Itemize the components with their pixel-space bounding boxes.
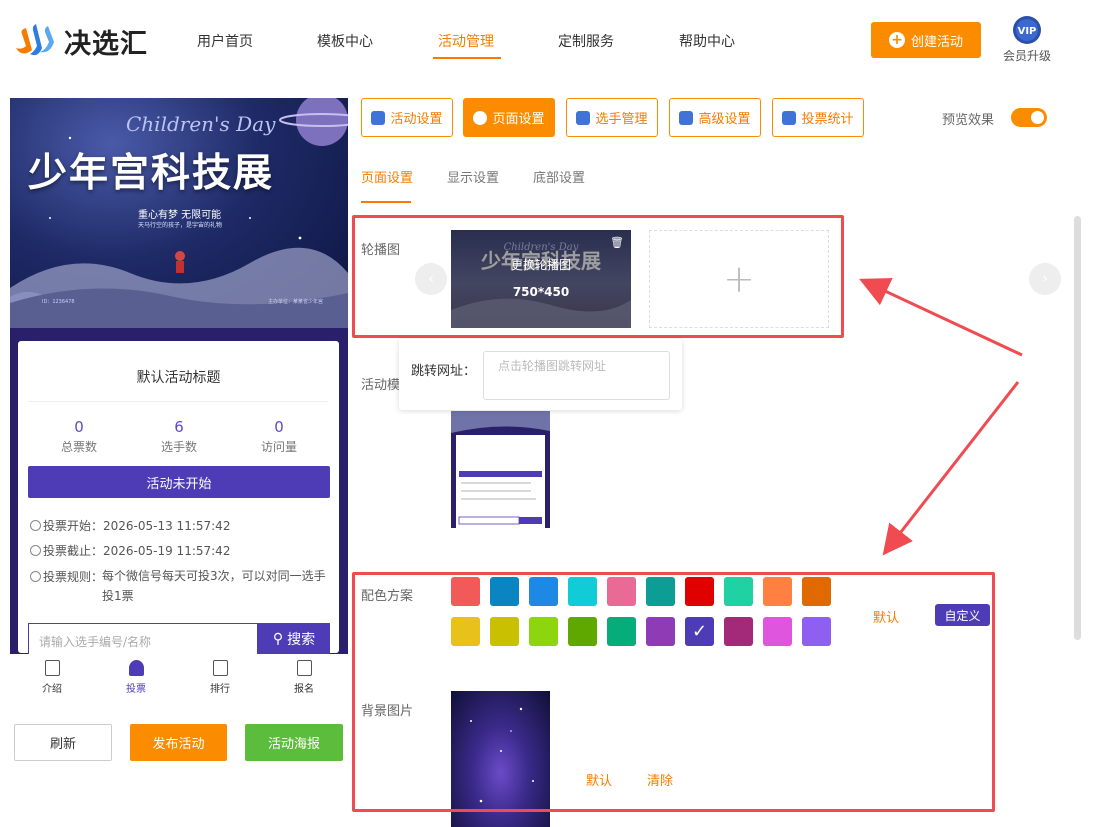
carousel-link-popup: 跳转网址： 点击轮播图跳转网址 <box>399 339 682 410</box>
vote-rule-label: 投票规则： <box>43 570 104 584</box>
vote-end-row: 投票截止：2026-05-19 11:57:42 <box>30 542 230 559</box>
plus-circle-icon: + <box>888 32 905 48</box>
nav-home[interactable]: 用户首页 <box>197 31 253 51</box>
nav-templates[interactable]: 模板中心 <box>317 31 373 51</box>
stat-visits-value: 0 <box>274 418 284 436</box>
search-button-label: 搜索 <box>287 632 316 648</box>
tabbar-ranking-label: 排行 <box>210 684 230 695</box>
tab-player-management-label: 选手管理 <box>595 112 648 127</box>
vip-upgrade-label[interactable]: 会员升级 <box>1003 47 1051 64</box>
gear-icon <box>473 110 488 125</box>
preview-toggle[interactable] <box>1011 108 1047 127</box>
poster-footer-right: 主办单位：某某省少年宫 <box>268 299 324 305</box>
nav-custom-service[interactable]: 定制服务 <box>558 31 614 51</box>
tab-page-settings-label: 页面设置 <box>492 112 545 127</box>
activity-status-button[interactable]: 活动未开始 <box>28 466 330 498</box>
tab-advanced-settings-label: 高级设置 <box>698 112 751 127</box>
create-activity-button[interactable]: + 创建活动 <box>871 22 981 58</box>
arrow-to-colors <box>882 381 1020 556</box>
template-thumbnail[interactable] <box>451 411 550 528</box>
create-activity-label: 创建活动 <box>910 34 963 50</box>
subtab-active-underline <box>361 201 411 203</box>
tabbar-intro-label: 介绍 <box>42 684 62 695</box>
person-icon <box>128 660 144 676</box>
vip-badge-icon[interactable]: VIP <box>1012 15 1042 45</box>
activity-card: 默认活动标题 0 总票数 6 选手数 0 访问量 活动未开始 投票开始：2026… <box>18 341 339 655</box>
phone-tabbar: 介绍 投票 排行 报名 <box>10 654 348 698</box>
clock-icon <box>30 520 41 531</box>
poster-subtitle-small: 天马行空的孩子，是宇宙的礼物 <box>138 222 223 229</box>
tabbar-ranking[interactable]: 排行 <box>178 654 262 695</box>
brand-name: 决选汇 <box>64 29 148 60</box>
link-url-input[interactable]: 点击轮播图跳转网址 <box>483 351 670 400</box>
tab-activity-settings-label: 活动设置 <box>390 112 443 127</box>
poster-footer-left: ID：1236478 <box>42 299 75 305</box>
subtab-display-settings[interactable]: 显示设置 <box>447 167 499 186</box>
refresh-button[interactable]: 刷新 <box>14 724 112 761</box>
template-label: 活动模 <box>361 378 401 393</box>
vote-start-text: 投票开始：2026-05-13 11:57:42 <box>43 519 231 533</box>
nav-help-center[interactable]: 帮助中心 <box>679 31 735 51</box>
star-icon <box>371 110 386 125</box>
poster-subtitle: 重心有梦 无限可能 <box>138 210 222 221</box>
preview-toggle-label: 预览效果 <box>942 113 995 128</box>
tab-player-management[interactable]: 选手管理 <box>566 98 658 137</box>
vote-rule-text: 每个微信号每天可投3次，可以对同一选手投1票 <box>102 569 326 603</box>
tabbar-vote[interactable]: 投票 <box>94 654 178 695</box>
poster-banner: Children's Day 少年宫科技展 重心有梦 无限可能 天马行空的孩子，… <box>10 98 348 328</box>
clock-icon <box>30 545 41 556</box>
annotation-arrows <box>859 278 1023 556</box>
stat-total-votes-value: 0 <box>74 418 84 436</box>
vote-rule-row: 投票规则： <box>30 568 103 585</box>
tab-vote-statistics-label: 投票统计 <box>801 112 854 127</box>
stat-players-value: 6 <box>174 418 184 436</box>
tabbar-signup-label: 报名 <box>294 684 314 695</box>
doc-icon <box>44 660 60 676</box>
activity-title: 默认活动标题 <box>136 370 221 386</box>
stat-players-label: 选手数 <box>160 440 197 454</box>
annotation-box-colors <box>352 572 995 812</box>
poster-title: 少年宫科技展 <box>28 151 275 196</box>
vote-end-text: 投票截止：2026-05-19 11:57:42 <box>43 544 231 558</box>
stat-visits-label: 访问量 <box>260 440 297 454</box>
tabbar-signup[interactable]: 报名 <box>262 654 346 695</box>
arrow-to-carousel <box>859 278 1023 357</box>
chart-icon <box>782 110 797 125</box>
link-label: 跳转网址： <box>411 364 477 379</box>
tabbar-intro[interactable]: 介绍 <box>10 654 94 695</box>
publish-activity-button[interactable]: 发布活动 <box>130 724 227 761</box>
tab-activity-settings[interactable]: 活动设置 <box>361 98 453 137</box>
vip-badge-text: VIP <box>1018 26 1037 37</box>
tab-advanced-settings[interactable]: 高级设置 <box>669 98 761 137</box>
player-search-input[interactable]: 请输入选手编号/名称 <box>28 623 258 655</box>
poster-english-title: Children's Day <box>126 112 276 136</box>
tab-vote-statistics[interactable]: 投票统计 <box>772 98 864 137</box>
vote-start-row: 投票开始：2026-05-13 11:57:42 <box>30 517 230 534</box>
subtab-page-settings[interactable]: 页面设置 <box>361 167 413 186</box>
sliders-icon <box>679 110 694 125</box>
search-icon: ⚲ <box>272 631 284 647</box>
activity-poster-button[interactable]: 活动海报 <box>245 724 343 761</box>
subtab-footer-settings[interactable]: 底部设置 <box>533 167 585 186</box>
users-icon <box>576 110 591 125</box>
bar-chart-icon <box>212 660 228 676</box>
stat-total-votes-label: 总票数 <box>60 440 97 454</box>
annotation-box-carousel <box>352 215 844 338</box>
nav-activity-management[interactable]: 活动管理 <box>438 31 494 51</box>
template-thumbnail-scene <box>451 411 550 528</box>
info-icon <box>30 571 41 582</box>
card-divider <box>28 401 328 402</box>
scrollbar[interactable] <box>1074 216 1081 640</box>
logo-icon <box>16 24 54 56</box>
badge-icon <box>296 660 312 676</box>
player-search-button[interactable]: ⚲ 搜索 <box>258 623 330 655</box>
tabbar-vote-label: 投票 <box>126 684 146 695</box>
tab-page-settings[interactable]: 页面设置 <box>463 98 555 137</box>
nav-active-underline <box>433 57 501 59</box>
chevron-right-icon: › <box>1042 271 1048 287</box>
